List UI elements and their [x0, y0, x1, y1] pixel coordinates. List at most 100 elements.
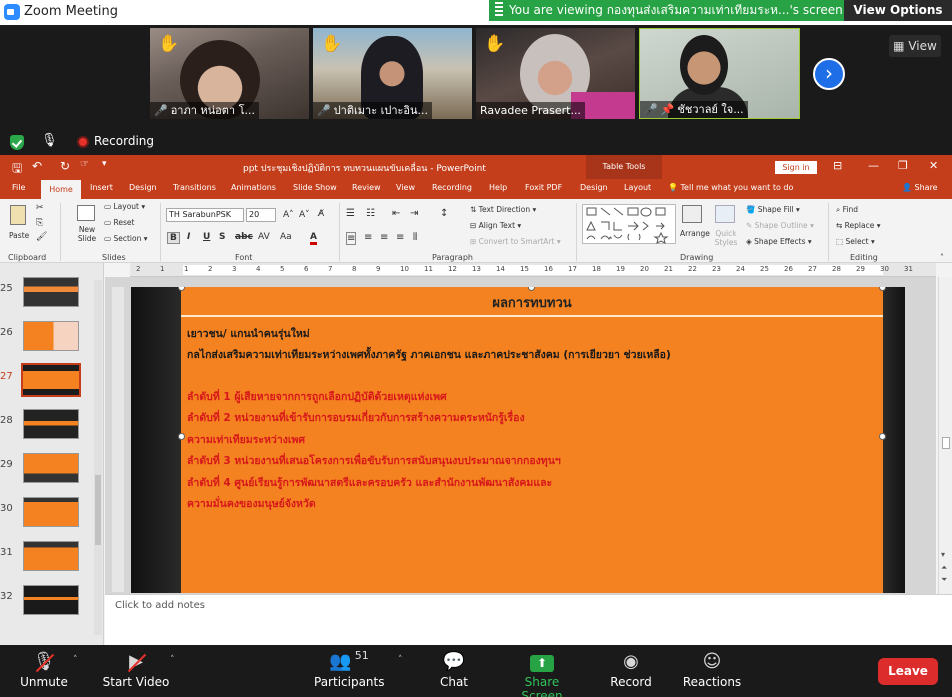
- tab-table-design[interactable]: Design: [580, 183, 608, 192]
- font-size-select[interactable]: 20: [246, 208, 276, 222]
- new-slide-icon[interactable]: [77, 205, 95, 221]
- shape-fill-button[interactable]: 🪣 Shape Fill ▾: [746, 205, 800, 214]
- bullets-icon[interactable]: ☰: [346, 208, 355, 219]
- redo-icon[interactable]: ↻: [60, 159, 70, 173]
- touch-mode-icon[interactable]: ☞: [80, 159, 89, 170]
- slide-text-line[interactable]: กลไกส่งเสริมความเท่าเทียมระหว่างเพศทั้งภ…: [187, 346, 671, 363]
- tell-me-search[interactable]: 💡 Tell me what you want to do: [668, 183, 793, 192]
- italic-button[interactable]: I: [187, 232, 190, 242]
- ribbon-display-icon[interactable]: ⊟: [833, 159, 842, 172]
- audio-options-chevron-icon[interactable]: ˄: [73, 655, 78, 665]
- arrange-button[interactable]: Arrange: [680, 229, 710, 238]
- tab-file[interactable]: File: [12, 183, 25, 192]
- previous-slide-icon[interactable]: ⏶: [941, 563, 947, 573]
- cut-icon[interactable]: ✂: [36, 203, 44, 213]
- slide-thumbnail[interactable]: [23, 409, 79, 439]
- slide-text-line[interactable]: ความมั่นคงของมนุษย์จังหวัด: [187, 495, 316, 512]
- vertical-ruler[interactable]: [112, 287, 124, 592]
- tab-foxit-pdf[interactable]: Foxit PDF: [525, 183, 562, 192]
- character-spacing-button[interactable]: AV: [258, 232, 270, 242]
- slide-text-line[interactable]: เยาวชน/ แกนนำคนรุ่นใหม่: [187, 325, 310, 342]
- minimize-icon[interactable]: —: [868, 159, 879, 172]
- slide-text-line[interactable]: ลำดับที่ 4 ศูนย์เรียนรู้การพัฒนาสตรีและค…: [187, 474, 552, 491]
- text-shadow-button[interactable]: S: [219, 232, 225, 242]
- tab-home[interactable]: Home: [41, 180, 81, 199]
- slide-thumbnail[interactable]: [23, 497, 79, 527]
- tab-recording[interactable]: Recording: [432, 183, 472, 192]
- line-spacing-icon[interactable]: ↕: [440, 208, 448, 219]
- font-color-button[interactable]: A: [310, 232, 317, 245]
- quick-styles-icon[interactable]: [715, 205, 735, 223]
- increase-indent-icon[interactable]: ⇥: [410, 208, 418, 219]
- save-icon[interactable]: 🖫: [12, 159, 22, 180]
- underline-button[interactable]: U: [203, 232, 210, 242]
- collapse-ribbon-icon[interactable]: ˄: [940, 253, 944, 262]
- section-button[interactable]: ▭ Section ▾: [104, 234, 148, 243]
- justify-icon[interactable]: ≡: [396, 232, 404, 243]
- tab-design[interactable]: Design: [129, 183, 157, 192]
- viewing-banner[interactable]: You are viewing กองทุนส่งเสริมความเท่าเท…: [489, 0, 844, 21]
- reset-button[interactable]: ▭ Reset: [104, 218, 134, 227]
- layout-button[interactable]: ▭ Layout ▾: [104, 202, 145, 211]
- align-text-button[interactable]: ⊟ Align Text ▾: [470, 221, 521, 230]
- view-options-button[interactable]: View Options: [844, 0, 952, 21]
- notes-pane[interactable]: Click to add notes: [105, 594, 952, 645]
- tab-view[interactable]: View: [396, 183, 415, 192]
- slide-text-line[interactable]: ความเท่าเทียมระหว่างเพศ: [187, 431, 305, 448]
- participant-tile[interactable]: ✋ 🎤 ปาติเมาะ เปาะอิน...: [313, 28, 472, 119]
- video-options-chevron-icon[interactable]: ˄: [170, 655, 175, 665]
- participant-tile[interactable]: ✋ Ravadee Prasert...: [476, 28, 635, 119]
- undo-icon[interactable]: ↶: [32, 159, 42, 173]
- recording-label[interactable]: Recording: [94, 134, 154, 148]
- restore-icon[interactable]: ❐: [898, 159, 908, 172]
- bold-button[interactable]: B: [167, 232, 180, 244]
- format-painter-icon[interactable]: 🖌: [36, 232, 47, 242]
- slide-thumbnail[interactable]: [23, 321, 79, 351]
- shapes-gallery[interactable]: [582, 204, 676, 244]
- share-button[interactable]: 👤 Share: [902, 183, 938, 192]
- mic-icon[interactable]: 🎙: [41, 133, 58, 148]
- tab-table-layout[interactable]: Layout: [624, 183, 651, 192]
- arrange-icon[interactable]: [682, 205, 702, 223]
- close-icon[interactable]: ✕: [929, 159, 938, 172]
- slide-thumbnail-active[interactable]: [21, 363, 81, 397]
- resize-handle[interactable]: [178, 433, 185, 440]
- participants-options-chevron-icon[interactable]: ˄: [398, 655, 403, 665]
- tab-animations[interactable]: Animations: [231, 183, 276, 192]
- scroll-thumb[interactable]: [942, 437, 950, 449]
- strikethrough-button[interactable]: abc: [235, 232, 253, 242]
- participant-tile-active[interactable]: 🎤 📌 ชัชวาลย์ ใจ...: [639, 28, 800, 119]
- slide-text-line[interactable]: ลำดับที่ 2 หน่วยงานที่เข้ารับการอบรมเกี่…: [187, 409, 525, 426]
- quick-styles-button[interactable]: Quick Styles: [711, 229, 741, 247]
- slide-canvas[interactable]: ผลการทบทวน เยาวชน/ แกนนำคนรุ่นใหม่ กลไกส…: [131, 287, 905, 593]
- slide-thumbnail[interactable]: [23, 541, 79, 571]
- align-right-icon[interactable]: ≡: [380, 232, 388, 243]
- scroll-down-icon[interactable]: ▾: [941, 550, 945, 559]
- align-center-icon[interactable]: ≡: [364, 232, 372, 243]
- shape-effects-button[interactable]: ◈ Shape Effects ▾: [746, 237, 812, 246]
- thumbnails-scroll-thumb[interactable]: [95, 475, 101, 545]
- tab-transitions[interactable]: Transitions: [173, 183, 216, 192]
- start-video-button[interactable]: ▶ Start Video: [100, 645, 172, 697]
- share-screen-button[interactable]: ⬆ Share Screen: [504, 645, 580, 697]
- reactions-button[interactable]: ☺ Reactions: [682, 645, 742, 697]
- font-name-select[interactable]: TH SarabunPSK: [166, 208, 244, 222]
- chat-button[interactable]: 💬 Chat: [432, 645, 476, 697]
- slide-text-line[interactable]: ลำดับที่ 1 ผู้เสียหายจากการถูกเลือกปฏิบั…: [187, 388, 447, 405]
- columns-icon[interactable]: ⫴: [413, 232, 417, 243]
- tab-slide-show[interactable]: Slide Show: [293, 183, 337, 192]
- participant-tile[interactable]: ✋ 🎤 อาภา หน่อตา โ...: [150, 28, 309, 119]
- grow-font-icon[interactable]: A˄: [283, 210, 294, 220]
- replace-button[interactable]: ⇆ Replace ▾: [836, 221, 881, 230]
- next-page-chevron-icon[interactable]: ›: [813, 58, 845, 90]
- leave-button[interactable]: Leave: [878, 658, 938, 685]
- slide-thumbnail[interactable]: [23, 277, 79, 307]
- thumbnails-scrollbar[interactable]: [94, 280, 102, 635]
- decrease-indent-icon[interactable]: ⇤: [392, 208, 400, 219]
- paste-icon[interactable]: [10, 205, 26, 225]
- customize-qat-icon[interactable]: ▾: [102, 159, 107, 169]
- slide-text-line[interactable]: ลำดับที่ 3 หน่วยงานที่เสนอโครงการเพื่อขั…: [187, 452, 561, 469]
- view-button[interactable]: ▦ View: [889, 35, 941, 57]
- numbering-icon[interactable]: ☷: [366, 208, 375, 219]
- slide-vertical-scrollbar[interactable]: ▾ ⏶ ⏷: [938, 277, 952, 594]
